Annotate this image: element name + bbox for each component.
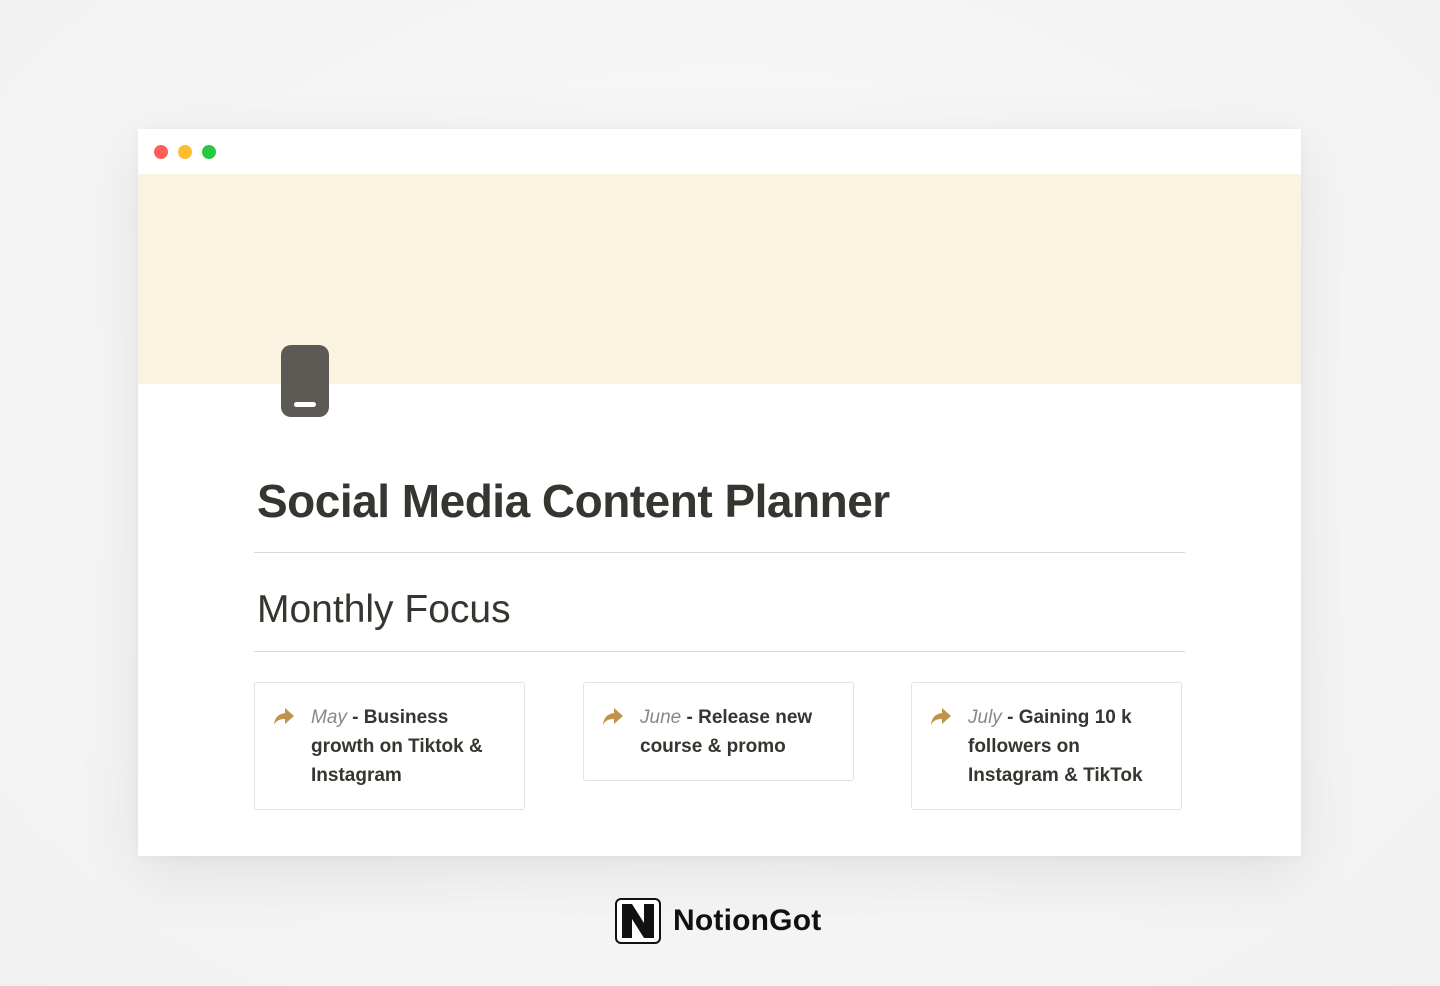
callout-separator: - — [681, 707, 699, 728]
callout-separator: - — [346, 707, 364, 728]
callout-july[interactable]: July - Gaining 10 k followers on Instagr… — [911, 682, 1182, 810]
arrow-right-icon — [931, 708, 951, 725]
callout-month: July — [968, 707, 1002, 728]
callout-month: May — [311, 707, 347, 728]
section-divider — [254, 651, 1185, 652]
callout-month: June — [640, 707, 682, 728]
minimize-window-button[interactable] — [178, 145, 192, 159]
brand-footer: NotionGot — [615, 897, 821, 945]
app-window: Social Media Content Planner Monthly Foc… — [138, 129, 1301, 856]
page-title[interactable]: Social Media Content Planner — [257, 474, 890, 528]
callout-separator: - — [1001, 707, 1019, 728]
maximize-window-button[interactable] — [202, 145, 216, 159]
arrow-right-icon — [274, 708, 294, 725]
mobile-phone-icon[interactable] — [281, 345, 329, 417]
callout-may[interactable]: May - Business growth on Tiktok & Instag… — [254, 682, 525, 810]
section-heading-monthly-focus[interactable]: Monthly Focus — [257, 588, 511, 632]
brand-name: NotionGot — [673, 904, 822, 937]
arrow-right-icon — [603, 708, 623, 725]
close-window-button[interactable] — [154, 145, 168, 159]
callout-june[interactable]: June - Release new course & promo — [583, 682, 854, 781]
title-divider — [254, 552, 1185, 553]
notiongot-logo-mark — [622, 904, 654, 938]
notiongot-logo-icon — [615, 898, 661, 944]
window-titlebar — [138, 129, 1301, 174]
canvas: Social Media Content Planner Monthly Foc… — [0, 0, 1440, 986]
